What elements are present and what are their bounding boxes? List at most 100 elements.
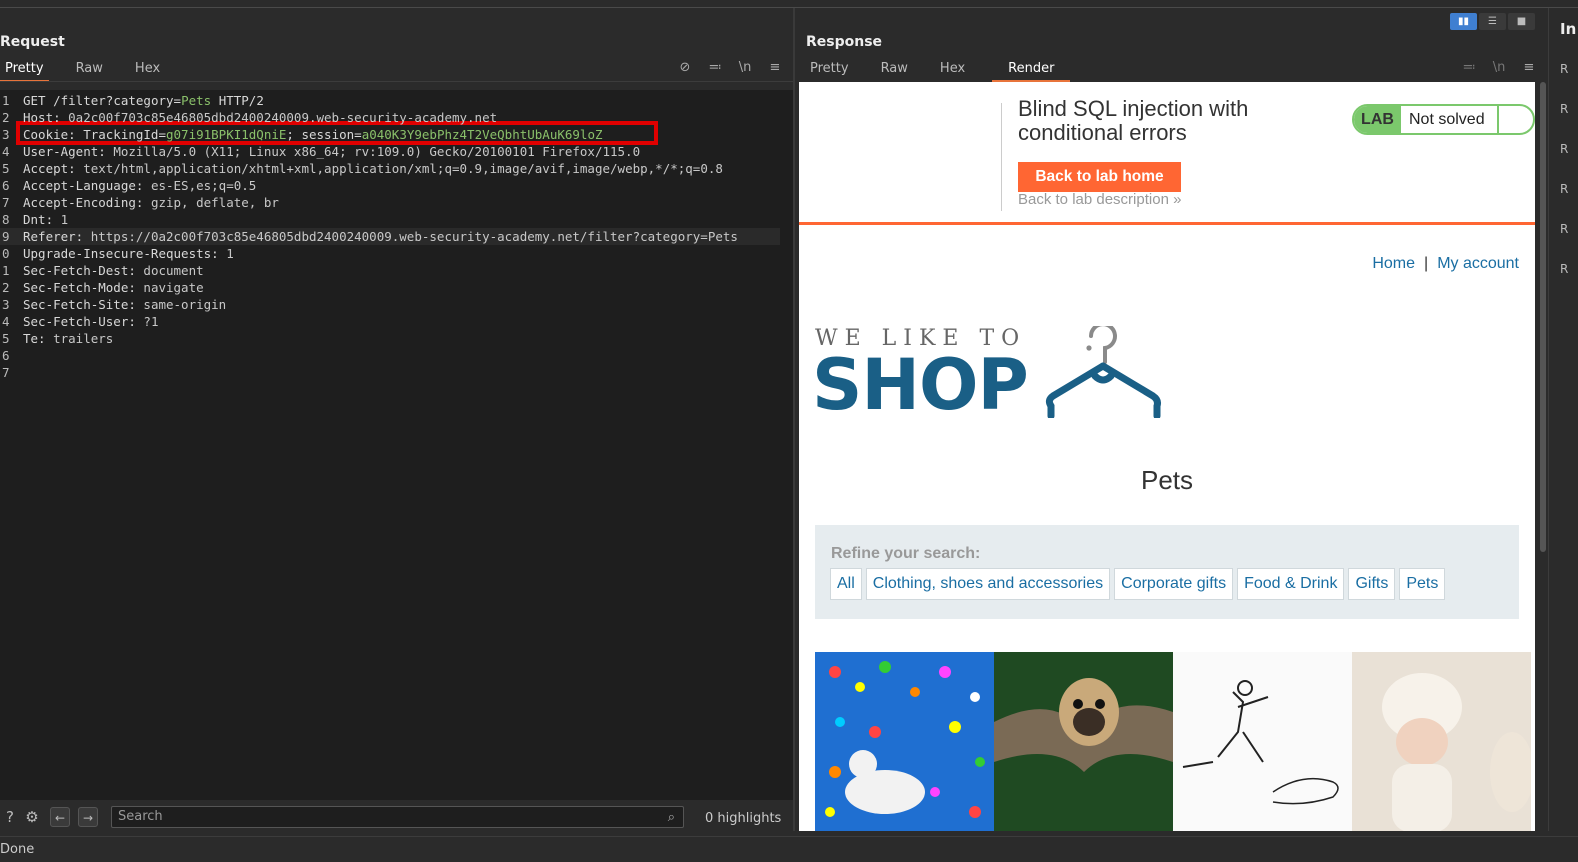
code-line[interactable]: 0 Upgrade-Insecure-Requests: 1	[0, 245, 780, 262]
code-line[interactable]: 7	[0, 364, 780, 381]
line-number: 8	[2, 212, 10, 227]
response-title: Response	[806, 34, 883, 50]
response-tab-raw[interactable]: Raw	[876, 60, 913, 82]
request-editor[interactable]: 1 GET /filter?category=Pets HTTP/2 2 Host: …	[0, 90, 793, 800]
code-token: a040K3Y9ebPhz4T2VeQbhtUbAuK69loZ	[361, 127, 603, 142]
response-tab-pretty[interactable]: Pretty	[805, 60, 854, 82]
lab-state: Not solved	[1409, 111, 1485, 128]
code-line[interactable]: 4 Sec-Fetch-User: ?1	[0, 313, 780, 330]
inspector-item[interactable]: R	[1560, 142, 1568, 156]
wrap-lines-icon[interactable]: ≕	[1461, 60, 1477, 75]
help-icon[interactable]: ?	[0, 807, 20, 827]
forward-arrow-icon[interactable]: →	[78, 807, 98, 827]
code-token: Pets	[181, 93, 212, 108]
request-tab-pretty[interactable]: Pretty	[0, 60, 49, 82]
lab-title: Blind SQL injection with conditional err…	[1018, 96, 1249, 145]
lab-header: Blind SQL injection with conditional err…	[799, 82, 1535, 225]
inspector-item[interactable]: R	[1560, 182, 1568, 196]
code-token: same-origin	[143, 297, 227, 312]
inspector-item[interactable]: R	[1560, 102, 1568, 116]
product-image-sketch[interactable]	[1173, 652, 1352, 831]
code-token: HTTP/2	[211, 93, 264, 108]
code-token: ; session=	[286, 127, 362, 142]
product-image-baby[interactable]	[1352, 652, 1531, 831]
code-line[interactable]: 5 Accept: text/html,application/xhtml+xml…	[0, 160, 780, 177]
menu-icon[interactable]: ≡	[767, 60, 783, 75]
line-number: 2	[2, 280, 10, 295]
code-line[interactable]: 5 Te: trailers	[0, 330, 780, 347]
filter-corporate-gifts[interactable]: Corporate gifts	[1114, 568, 1234, 600]
nav-home-link[interactable]: Home	[1372, 255, 1415, 272]
code-token: Accept-Language:	[23, 178, 151, 193]
layout-single-icon[interactable]: ■	[1508, 13, 1535, 30]
newline-toggle-icon[interactable]: \n	[1491, 60, 1507, 75]
request-pane: Request Pretty Raw Hex ⊘ ≕ \n ≡ 1 GET /fi…	[0, 8, 793, 832]
wrap-lines-icon[interactable]: ≕	[707, 60, 723, 75]
response-tab-render[interactable]: Render	[992, 60, 1071, 82]
filter-pets[interactable]: Pets	[1399, 568, 1446, 600]
product-image-pug-bird[interactable]	[994, 652, 1173, 831]
product-grid	[815, 652, 1535, 831]
line-number: 6	[2, 178, 10, 193]
back-to-lab-home-button[interactable]: Back to lab home	[1018, 162, 1181, 192]
response-tool-icons: ≕ \n ≡	[1461, 60, 1537, 75]
refine-label: Refine your search:	[831, 545, 981, 562]
request-tab-raw[interactable]: Raw	[71, 60, 108, 82]
code-token: https://0a2c00f703c85e46805dbd2400240009…	[90, 229, 738, 244]
code-text: Upgrade-Insecure-Requests: 1	[23, 245, 234, 262]
top-bar	[0, 0, 1578, 8]
newline-toggle-icon[interactable]: \n	[737, 60, 753, 75]
code-line[interactable]: 8 Dnt: 1	[0, 211, 780, 228]
code-line[interactable]: 6 Accept-Language: es-ES,es;q=0.5	[0, 177, 780, 194]
filter-clothing[interactable]: Clothing, shoes and accessories	[865, 568, 1111, 600]
layout-toggle: ▮▮ ☰ ■	[1450, 13, 1535, 30]
code-line[interactable]: 3 Cookie: TrackingId=g07i91BPKI1dQniE; se…	[0, 126, 780, 143]
response-scrollbar[interactable]	[1538, 82, 1548, 831]
inspector-item[interactable]: R	[1560, 262, 1568, 276]
filter-food-drink[interactable]: Food & Drink	[1237, 568, 1345, 600]
layout-split-icon[interactable]: ▮▮	[1450, 13, 1477, 30]
code-line[interactable]: 3 Sec-Fetch-Site: same-origin	[0, 296, 780, 313]
code-text: Accept-Language: es-ES,es;q=0.5	[23, 177, 256, 194]
line-number: 1	[2, 263, 10, 278]
response-tabs: Pretty Raw Hex Render	[805, 60, 1092, 82]
code-token: ?1	[143, 314, 159, 329]
hide-eye-icon[interactable]: ⊘	[677, 60, 693, 75]
request-tab-hex[interactable]: Hex	[130, 60, 165, 82]
inspector-item[interactable]: R	[1560, 222, 1568, 236]
filter-all[interactable]: All	[830, 568, 862, 600]
code-line[interactable]: 2 Sec-Fetch-Mode: navigate	[0, 279, 780, 296]
hanger-icon	[1045, 326, 1161, 418]
code-line[interactable]: 1 GET /filter?category=Pets HTTP/2	[0, 92, 780, 109]
code-line[interactable]: 7 Accept-Encoding: gzip, deflate, br	[0, 194, 780, 211]
request-search-input[interactable]: Search ⌕	[111, 806, 684, 828]
code-token: document	[143, 263, 204, 278]
product-image-balloon-dog[interactable]	[815, 652, 994, 831]
layout-stacked-icon[interactable]: ☰	[1479, 13, 1506, 30]
code-text: Accept-Encoding: gzip, deflate, br	[23, 194, 279, 211]
menu-icon[interactable]: ≡	[1521, 60, 1537, 75]
line-number: 4	[2, 144, 10, 159]
inspector-item[interactable]: R	[1560, 62, 1568, 76]
line-number: 2	[2, 110, 10, 125]
back-to-lab-description-link[interactable]: Back to lab description »	[1018, 191, 1181, 208]
filter-gifts[interactable]: Gifts	[1348, 568, 1396, 600]
scrollbar-thumb[interactable]	[1540, 82, 1546, 552]
highlights-count: 0 highlights	[705, 811, 782, 826]
category-title: Pets	[1140, 465, 1194, 495]
back-desc-label: Back to lab description	[1018, 191, 1169, 208]
code-token: Mozilla/5.0 (X11; Linux x86_64; rv:109.0…	[113, 144, 641, 159]
code-line[interactable]: 6	[0, 347, 780, 364]
nav-my-account-link[interactable]: My account	[1437, 255, 1519, 272]
code-token: Sec-Fetch-User:	[23, 314, 144, 329]
code-line[interactable]: 9 Referer: https://0a2c00f703c85e46805dbd…	[0, 228, 780, 245]
lab-status-end	[1497, 106, 1533, 133]
code-line[interactable]: 1 Sec-Fetch-Dest: document	[0, 262, 780, 279]
code-line[interactable]: 2 Host: 0a2c00f703c85e46805dbd2400240009.…	[0, 109, 780, 126]
search-icon[interactable]: ⌕	[668, 808, 675, 828]
response-tab-hex[interactable]: Hex	[935, 60, 970, 82]
back-arrow-icon[interactable]: ←	[50, 807, 70, 827]
settings-gear-icon[interactable]: ⚙	[22, 807, 42, 827]
code-token: User-Agent:	[23, 144, 114, 159]
code-line[interactable]: 4 User-Agent: Mozilla/5.0 (X11; Linux x86…	[0, 143, 780, 160]
